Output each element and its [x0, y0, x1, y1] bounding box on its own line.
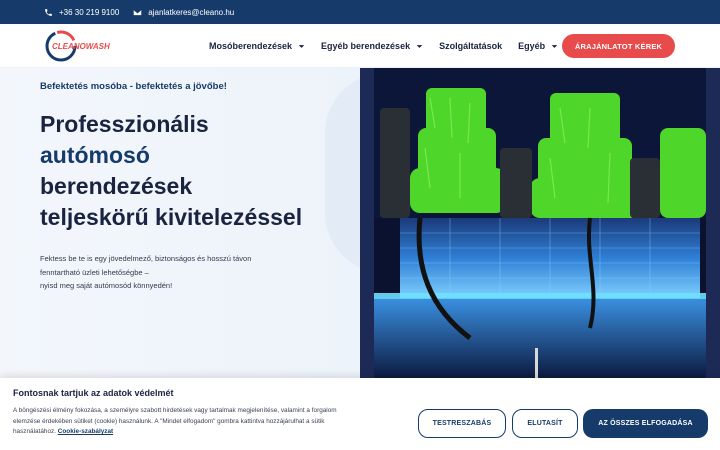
- headline-line: berendezések: [40, 173, 193, 199]
- chevron-down-icon: [298, 44, 305, 48]
- cookie-description: A böngészési élmény fokozása, a személyr…: [13, 406, 413, 438]
- phone-number[interactable]: +36 30 219 9100: [59, 8, 119, 17]
- cookie-consent-banner: Fontosnak tartjuk az adatok védelmét A b…: [0, 378, 720, 450]
- email-address[interactable]: ajanlatkeres@cleano.hu: [148, 8, 234, 17]
- hero-headline: Professzionális autómosó berendezések te…: [40, 109, 340, 233]
- main-navigation: Mosóberendezések Egyéb berendezések Szol…: [209, 24, 558, 68]
- request-quote-button[interactable]: ÁRAJÁNLATOT KÉREK: [562, 34, 675, 58]
- car-wash-hero-image: [360, 68, 720, 378]
- lead-line: fenntartható üzleti lehetőségbe –: [40, 267, 149, 277]
- nav-moso-berendezesek[interactable]: Mosóberendezések: [209, 41, 305, 51]
- nav-label: Mosóberendezések: [209, 41, 293, 51]
- cookie-text-prefix: használatához.: [13, 428, 56, 435]
- chevron-down-icon: [551, 44, 558, 48]
- cookie-text-line: A böngészési élmény fokozása, a személyr…: [13, 407, 337, 414]
- cookie-text-line: használatához. Cookie-szabályzat: [13, 427, 413, 438]
- customize-button[interactable]: TESTRESZABÁS: [418, 409, 506, 438]
- headline-line: teljeskörű kivitelezéssel: [40, 204, 303, 230]
- headline-line: Professzionális: [40, 111, 209, 137]
- nav-szolgaltatasok[interactable]: Szolgáltatások: [439, 41, 502, 51]
- nav-label: Egyéb: [518, 41, 546, 51]
- nav-label: Szolgáltatások: [439, 41, 503, 51]
- nav-egyeb[interactable]: Egyéb: [518, 41, 558, 51]
- lead-line: Fektess be te is egy jövedelmező, bizton…: [40, 254, 252, 263]
- cookie-text-line: elemzése érdekében sütiket (cookie) hasz…: [13, 417, 325, 425]
- car-wash-illustration: [360, 68, 720, 378]
- hero-tagline: Befektetés mosóba - befektetés a jövőbe!: [40, 81, 227, 92]
- phone-contact[interactable]: +36 30 219 9100: [44, 8, 119, 17]
- nav-egyeb-berendezesek[interactable]: Egyéb berendezések: [321, 41, 423, 51]
- lead-line: nyisd meg saját autómosód könnyedén!: [40, 281, 173, 290]
- cleanowash-logo[interactable]: CLEANOWASH: [44, 28, 110, 64]
- phone-icon: [45, 8, 52, 16]
- email-contact[interactable]: ajanlatkeres@cleano.hu: [133, 8, 234, 17]
- headline-accent: autómosó: [40, 142, 150, 168]
- top-contact-bar: +36 30 219 9100 ajanlatkeres@cleano.hu: [0, 0, 720, 24]
- envelope-icon: [134, 9, 142, 15]
- hero-lead-text: Fektess be te is egy jövedelmező, bizton…: [40, 252, 330, 293]
- site-header: CLEANOWASH Mosóberendezések Egyéb berend…: [0, 24, 720, 68]
- nav-label: Egyéb berendezések: [321, 41, 411, 51]
- cookie-policy-link[interactable]: Cookie-szabályzat: [58, 428, 113, 435]
- reject-button[interactable]: ELUTASÍT: [512, 409, 578, 438]
- chevron-down-icon: [416, 44, 423, 48]
- logo-text: CLEANOWASH: [52, 42, 110, 51]
- cookie-title: Fontosnak tartjuk az adatok védelmét: [13, 388, 174, 398]
- accept-all-button[interactable]: AZ ÖSSZES ELFOGADÁSA: [583, 409, 708, 438]
